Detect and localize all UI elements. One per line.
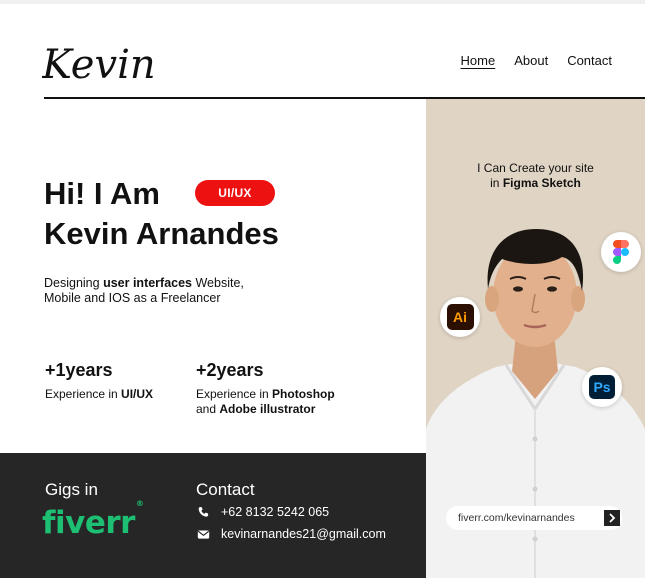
stat-number: +2years [196, 360, 264, 380]
mail-icon [197, 529, 210, 539]
nav-home[interactable]: Home [461, 53, 496, 68]
stat-label-text: Experience in [196, 387, 273, 401]
fiverr-wordmark: fiverr [42, 505, 135, 541]
main-nav: Home About Contact [461, 53, 612, 68]
contact-email[interactable]: kevinarnandes21@gmail.com [197, 527, 386, 541]
contact-title: Contact [196, 480, 255, 499]
stat-number: +1years [45, 360, 113, 380]
hero-description: Designing user interfaces Website, Mobil… [44, 276, 294, 306]
stat-uiux: +1years Experience in UI/UX [45, 360, 153, 402]
photoshop-logo: Ps [589, 375, 615, 399]
profile-panel: I Can Create your site in Figma Sketch A… [426, 99, 645, 578]
email-address: kevinarnandes21@gmail.com [221, 527, 386, 541]
illustrator-logo: Ai [446, 304, 474, 330]
stat-label-bold: UI/UX [121, 387, 154, 401]
illustrator-icon: Ai [440, 297, 480, 337]
stat-label: Experience in UI/UX [45, 387, 153, 402]
phone-number: +62 8132 5242 065 [221, 505, 330, 519]
stat-label: Experience in Photoshop and Adobe illust… [196, 387, 335, 417]
stat-label-and: and [196, 402, 220, 416]
registered-mark: ® [135, 498, 144, 508]
footer: Gigs in fiverr® Contact +62 8132 5242 06… [0, 453, 426, 578]
nav-about[interactable]: About [514, 53, 548, 68]
desc-text-2: Website, [192, 276, 244, 290]
stat-adobe: +2years Experience in Photoshop and Adob… [196, 360, 335, 417]
logo-signature: Kevin . [41, 42, 181, 88]
desc-text: Designing [44, 276, 104, 290]
figma-logo [613, 240, 629, 264]
gigs-title: Gigs in [45, 480, 98, 499]
arrow-right-icon[interactable] [604, 510, 620, 526]
role-badge: UI/UX [195, 180, 275, 206]
fiverr-link-text: fiverr.com/kevinarnandes [458, 512, 575, 524]
hero-line-2: Kevin Arnandes [44, 216, 279, 251]
contact-phone[interactable]: +62 8132 5242 065 [197, 505, 329, 519]
logo[interactable]: Kevin . [41, 30, 181, 92]
fiverr-link[interactable]: fiverr.com/kevinarnandes [446, 506, 622, 530]
nav-contact[interactable]: Contact [567, 53, 612, 68]
top-strip [0, 0, 645, 4]
desc-line-2: Mobile and IOS as a Freelancer [44, 291, 221, 305]
fiverr-logo[interactable]: fiverr® [42, 499, 144, 541]
photoshop-icon: Ps [582, 367, 622, 407]
phone-icon [198, 506, 209, 517]
logo-text: Kevin . [42, 42, 172, 88]
stat-label-bold: Photoshop [272, 387, 335, 401]
figma-icon [601, 232, 641, 272]
stat-label-bold-2: Adobe illustrator [219, 402, 316, 416]
desc-bold: user interfaces [103, 276, 193, 290]
stat-label-text: Experience in [45, 387, 122, 401]
